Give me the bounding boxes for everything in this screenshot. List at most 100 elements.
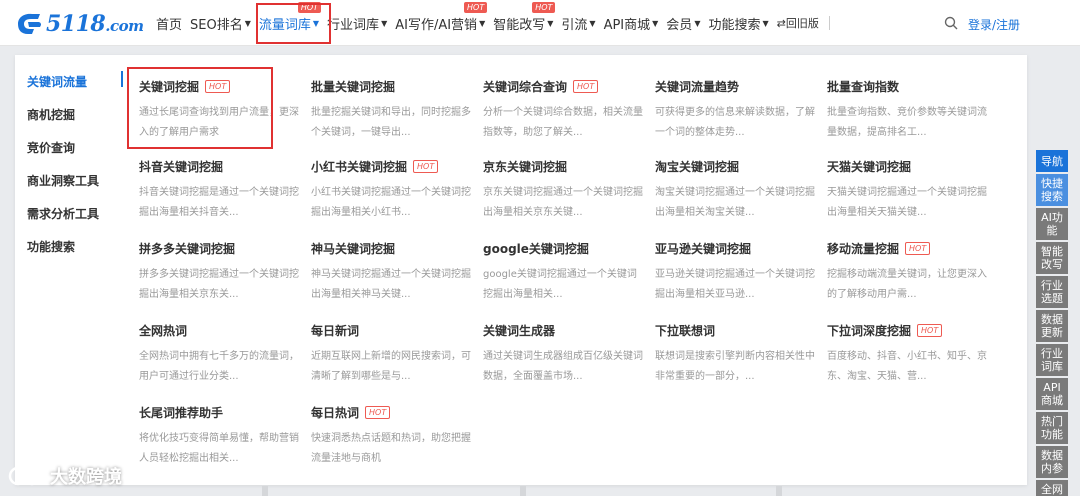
feature-card-title: 全网热词 [139, 321, 299, 339]
feature-card-title-text: 抖音关键词挖掘 [139, 159, 224, 174]
feature-card-title-text: 批量关键词挖掘 [311, 79, 396, 94]
nav-item-label: SEO排名 [190, 17, 243, 33]
feature-card-description: 通过长尾词查询找到用户流量，更深入的了解用户需求 [139, 107, 299, 138]
feature-card-title-text: google关键词挖掘 [483, 241, 589, 256]
right-tab[interactable]: 热门功能 [1036, 412, 1068, 444]
feature-card[interactable]: 关键词生成器通过关键词生成器组成百亿级关键词数据，全面覆盖市场... [483, 321, 643, 387]
feature-card[interactable]: 批量查询指数 批量查询指数、竞价参数等关键词流量数据，提高排名工... [827, 77, 987, 143]
bottom-divider [520, 486, 526, 496]
hot-badge: HOT [905, 241, 931, 255]
feature-card-title: 拼多多关键词挖掘 [139, 239, 299, 257]
search-icon[interactable] [944, 16, 958, 30]
feature-card[interactable]: 亚马逊关键词挖掘亚马逊关键词挖掘通过一个关键词挖掘出海量相关亚马逊... [655, 239, 815, 305]
feature-card-description: 亚马逊关键词挖掘通过一个关键词挖掘出海量相关亚马逊... [655, 269, 815, 300]
nav-item[interactable]: SEO排名 ▼ [186, 0, 255, 46]
hot-badge: HOT [205, 79, 231, 93]
nav-item[interactable]: 功能搜索 ▼ [704, 0, 772, 46]
nav-item-label: 流量词库 [258, 17, 311, 33]
feature-card[interactable]: 长尾词推荐助手 将优化技巧变得简单易懂，帮助营销人员轻松挖掘出相关... [139, 403, 299, 469]
caret-down-icon: ▼ [381, 18, 388, 28]
feature-card[interactable]: 移动流量挖掘 HOT 挖掘移动端流量关键词，让您更深入的了解移动用户需... [827, 239, 987, 305]
feature-card[interactable]: google关键词挖掘 google关键词挖掘通过一个关键词挖掘出海量相关... [483, 239, 643, 305]
feature-card-title-text: 亚马逊关键词挖掘 [655, 241, 752, 256]
feature-card-title-text: 小红书关键词挖掘 [311, 159, 408, 174]
feature-card-description: 分析一个关键词综合数据，相关流量指数等，助您了解关... [483, 107, 643, 138]
feature-card-title: 淘宝关键词挖掘 [655, 157, 815, 175]
feature-card[interactable]: 天猫关键词挖掘 天猫关键词挖掘通过一个关键词挖掘出海量相关天猫关键... [827, 157, 987, 223]
feature-card[interactable]: 下拉词深度挖掘 HOT 百度移动、抖音、小红书、知乎、京东、淘宝、天猫、营... [827, 321, 987, 387]
nav-item-label: 会员 [666, 17, 693, 33]
hot-badge: HOT [297, 2, 322, 13]
nav-item-label: API商城 [603, 17, 651, 33]
feature-card-description: 淘宝关键词挖掘通过一个关键词挖掘出海量相关淘宝关键... [655, 187, 815, 218]
old-version-link[interactable]: ⇄回旧版 [773, 0, 823, 46]
feature-card-title-text: 全网热词 [139, 323, 188, 338]
right-tab[interactable]: 数据更新 [1036, 310, 1068, 342]
right-tab[interactable]: 快捷搜索 [1036, 174, 1068, 206]
feature-card-title-text: 淘宝关键词挖掘 [655, 159, 740, 174]
sidebar-item[interactable]: 关键词流量 [27, 73, 87, 90]
feature-card[interactable]: 每日热词 HOT 快速洞悉热点话题和热词，助您把握流量洼地与商机 [311, 403, 471, 469]
nav-item-label: 引流 [561, 17, 588, 33]
sidebar-item[interactable]: 需求分析工具 [27, 205, 99, 222]
nav-item[interactable]: 首页 [152, 0, 186, 46]
feature-card-title-text: 下拉联想词 [655, 323, 716, 338]
feature-card-description: 挖掘移动端流量关键词，让您更深入的了解移动用户需... [827, 269, 987, 300]
right-tab[interactable]: API商城 [1036, 378, 1068, 410]
feature-card[interactable]: 全网热词全网热词中拥有七千多万的流量词，用户可通过行业分类... [139, 321, 299, 387]
nav-item[interactable]: 会员 ▼ [662, 0, 704, 46]
feature-card[interactable]: 下拉联想词联想词是搜索引擎判断内容相关性中非常重要的一部分，... [655, 321, 815, 387]
feature-card-description: 全网热词中拥有七千多万的流量词，用户可通过行业分类... [139, 351, 299, 382]
right-tab[interactable]: 数据内参 [1036, 446, 1068, 478]
feature-card-title-text: 京东关键词挖掘 [483, 159, 568, 174]
feature-card[interactable]: 抖音关键词挖掘抖音关键词挖掘是通过一个关键词挖掘出海量相关抖音关... [139, 157, 299, 223]
feature-card[interactable]: 神马关键词挖掘 神马关键词挖掘通过一个关键词挖掘出海量相关神马关键... [311, 239, 471, 305]
sidebar-item[interactable]: 竞价查询 [27, 139, 75, 156]
nav-item[interactable]: 引流 ▼ [557, 0, 599, 46]
feature-card-title-text: 关键词流量趋势 [655, 79, 740, 94]
feature-card[interactable]: 关键词综合查询 HOT 分析一个关键词综合数据，相关流量指数等，助您了解关... [483, 77, 643, 143]
feature-card-description: 联想词是搜索引擎判断内容相关性中非常重要的一部分，... [655, 351, 815, 382]
feature-card-title: 关键词流量趋势 [655, 77, 815, 95]
feature-card-title: 下拉联想词 [655, 321, 815, 339]
feature-card-description: 近期互联网上新增的网民搜索词，可清晰了解到哪些是与... [311, 351, 471, 382]
sidebar-item[interactable]: 功能搜索 [27, 238, 75, 255]
feature-card[interactable]: 批量关键词挖掘 批量挖掘关键词和导出，同时挖掘多个关键词，一键导出... [311, 77, 471, 143]
nav-item[interactable]: AI写作/AI营销 ▼ HOT [391, 0, 489, 46]
feature-card-title: 每日新词 [311, 321, 471, 339]
hot-badge: HOT [573, 79, 599, 93]
caret-down-icon: ▼ [479, 18, 486, 28]
right-tab[interactable]: 行业词库 [1036, 344, 1068, 376]
watermark-logo-icon [8, 466, 42, 486]
feature-card-title-text: 关键词挖掘 [139, 79, 200, 94]
feature-card-description: 抖音关键词挖掘是通过一个关键词挖掘出海量相关抖音关... [139, 187, 299, 218]
right-tab[interactable]: 全网热词 [1036, 480, 1068, 496]
right-tab[interactable]: 智能改写 [1036, 242, 1068, 274]
login-link[interactable]: 登录/注册 [968, 16, 1020, 33]
right-tab[interactable]: 行业选题 [1036, 276, 1068, 308]
caret-down-icon: ▼ [244, 18, 251, 28]
feature-card[interactable]: 拼多多关键词挖掘 拼多多关键词挖掘通过一个关键词挖掘出海量相关京东关... [139, 239, 299, 305]
feature-card[interactable]: 淘宝关键词挖掘淘宝关键词挖掘通过一个关键词挖掘出海量相关淘宝关键... [655, 157, 815, 223]
feature-card-title: 长尾词推荐助手 [139, 403, 299, 421]
caret-down-icon: ▼ [694, 18, 701, 28]
nav-item[interactable]: API商城 ▼ [600, 0, 663, 46]
sidebar-item[interactable]: 商机挖掘 [27, 106, 75, 123]
feature-card[interactable]: 京东关键词挖掘 京东关键词挖掘通过一个关键词挖掘出海量相关京东关键... [483, 157, 643, 223]
site-logo[interactable]: 5118.com [14, 10, 144, 38]
feature-card-title: google关键词挖掘 [483, 239, 643, 257]
nav-item[interactable]: 智能改写 ▼ HOT [489, 0, 557, 46]
right-tab[interactable]: 导航 [1036, 150, 1068, 172]
feature-card-description: 通过关键词生成器组成百亿级关键词数据，全面覆盖市场... [483, 351, 643, 382]
feature-card[interactable]: 关键词流量趋势 可获得更多的信息来解读数据，了解一个词的整体走势... [655, 77, 815, 143]
caret-down-icon: ▼ [589, 18, 596, 28]
watermark: 大数跨境 [8, 463, 122, 489]
sidebar-item[interactable]: 商业洞察工具 [27, 172, 99, 189]
nav-item[interactable]: 流量词库 ▼ HOT [255, 0, 323, 46]
nav-item[interactable]: 行业词库 ▼ [323, 0, 391, 46]
right-tab[interactable]: AI功能 [1036, 208, 1068, 240]
feature-card-title: 关键词生成器 [483, 321, 643, 339]
feature-card[interactable]: 每日新词近期互联网上新增的网民搜索词，可清晰了解到哪些是与... [311, 321, 471, 387]
feature-card[interactable]: 关键词挖掘 HOT 通过长尾词查询找到用户流量，更深入的了解用户需求 [139, 77, 299, 143]
feature-card[interactable]: 小红书关键词挖掘 HOT 小红书关键词挖掘通过一个关键词挖掘出海量相关小红书... [311, 157, 471, 223]
